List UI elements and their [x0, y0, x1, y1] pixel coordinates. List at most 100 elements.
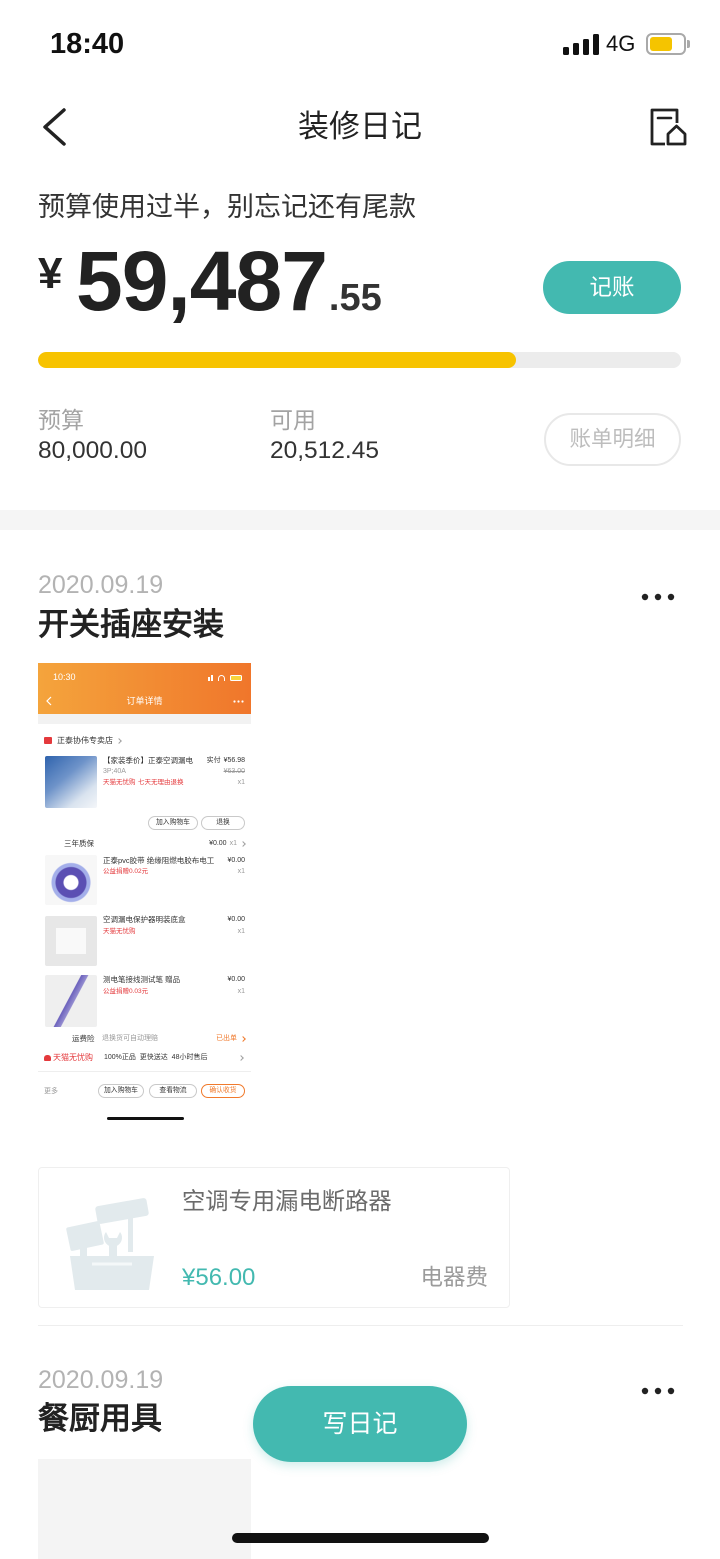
photo-gift-quantity: x1: [237, 988, 245, 995]
page-title: 装修日记: [298, 109, 422, 144]
photo-warranty-price: ¥0.00 x1: [209, 839, 246, 849]
product-image: [45, 855, 97, 905]
chevron-right-icon: [240, 1036, 246, 1042]
photo-band: [38, 714, 251, 724]
status-bar: 18:40 4G: [0, 0, 720, 88]
signal-bar: [563, 47, 569, 55]
budget-value: 80,000.00: [38, 437, 147, 464]
write-diary-button[interactable]: 写日记: [253, 1386, 467, 1462]
signal-bar: [208, 677, 210, 681]
product-image: [45, 975, 97, 1027]
budget-label: 预算: [38, 407, 84, 433]
photo-gift-title: 正泰pvc胶带 绝缘阻燃电胶布电工: [103, 856, 215, 865]
signal-bar: [593, 34, 599, 55]
more-horizontal-icon[interactable]: [641, 593, 675, 601]
photo-shop-row: 正泰协伟专卖店: [57, 736, 122, 746]
section-divider: [0, 510, 720, 530]
budget-progress-bar: [38, 352, 681, 368]
warranty-price: ¥0.00: [209, 840, 227, 847]
expense-card[interactable]: 空调专用漏电断路器 ¥56.00 电器费: [38, 1167, 510, 1308]
spent-amount-integer: 59,487: [76, 234, 328, 328]
network-type: 4G: [606, 31, 636, 56]
photo-gift-price: ¥0.00: [227, 857, 245, 864]
battery-icon: [646, 33, 690, 55]
photo-gift-note: 公益捐赠0.03元: [103, 988, 149, 995]
photo-item-tag: 七天无理由退换: [138, 779, 184, 786]
photo-gift-title: 空调漏电保护器明装底盒: [103, 915, 186, 924]
bill-detail-button[interactable]: 账单明细: [544, 413, 681, 466]
budget-tip: 预算使用过半，别忘记还有尾款: [38, 192, 416, 222]
photo-item-original-price: ¥63.00: [223, 768, 245, 775]
photo-return-button: 退换: [201, 816, 245, 830]
photo-gift-price: ¥0.00: [227, 976, 245, 983]
photo-order-header: 10:30 订单详情: [38, 663, 251, 714]
battery-icon: [230, 675, 242, 681]
product-image: [45, 756, 97, 808]
entry-divider: [38, 1325, 683, 1326]
expense-category: 电器费: [420, 1265, 488, 1290]
spent-amount: 59,487 .55: [76, 239, 382, 323]
photo-gift-price: ¥0.00: [227, 916, 245, 923]
expense-amount: ¥56.00: [182, 1264, 256, 1291]
photo-insurance-label: 运费险: [72, 1034, 95, 1043]
available-value: 20,512.45: [270, 437, 379, 464]
photo-add-cart-button: 加入购物车: [98, 1084, 144, 1098]
photo-add-cart-button: 加入购物车: [148, 816, 198, 830]
photo-separator: [38, 1071, 251, 1072]
signal-icon: [563, 34, 599, 55]
insurance-status: 已出单: [216, 1035, 237, 1042]
photo-page-title: 订单详情: [126, 696, 163, 706]
battery-level: [650, 37, 673, 51]
photo-gift-note: 天猫无忧购: [103, 928, 136, 935]
photo-gift-quantity: x1: [237, 868, 245, 875]
paid-label: 实付: [206, 757, 221, 764]
chevron-right-icon: [238, 1055, 244, 1061]
photo-warranty-label: 三年质保: [64, 839, 94, 848]
chevron-right-icon: [116, 738, 122, 744]
entry-title: 开关插座安装: [38, 607, 224, 642]
entry-date: 2020.09.19: [38, 1366, 164, 1394]
record-expense-button[interactable]: 记账: [543, 261, 681, 314]
photo-confirm-button: 确认收货: [201, 1084, 245, 1098]
photo-insurance-status: 已出单: [216, 1034, 246, 1044]
budget-progress-fill: [38, 352, 517, 368]
paid-price: ¥56.98: [223, 757, 245, 764]
photo-item-spec: 3P;40A: [103, 768, 126, 775]
available-label: 可用: [270, 407, 316, 433]
spent-amount-decimal: .55: [328, 277, 382, 319]
signal-bar: [573, 43, 579, 55]
wifi-icon: [218, 675, 225, 681]
warranty-quantity: x1: [229, 840, 237, 847]
toolbox-icon: [66, 1198, 154, 1290]
photo-more: 更多: [44, 1088, 58, 1095]
diary-photo[interactable]: [38, 1459, 251, 1559]
signal-bar: [211, 675, 213, 681]
signal-bar: [583, 39, 589, 55]
photo-item-paid: 实付 ¥56.98: [207, 756, 245, 766]
photo-guarantee-label: 天猫无忧购: [53, 1053, 93, 1062]
photo-item-quantity: x1: [237, 779, 245, 786]
photo-gift-quantity: x1: [237, 928, 245, 935]
more-horizontal-icon[interactable]: [641, 1387, 675, 1395]
expense-name: 空调专用漏电断路器: [182, 1188, 392, 1214]
photo-guarantee-description: 100%正品 更快送达 48小时售后: [104, 1054, 208, 1061]
photo-gift-note: 公益捐赠0.02元: [103, 868, 149, 875]
document-house-icon[interactable]: [649, 106, 687, 148]
photo-logistics-button: 查看物流: [149, 1084, 197, 1098]
entry-title: 餐厨用具: [38, 1401, 162, 1436]
photo-insurance-description: 退换货可自动理赔: [102, 1035, 158, 1042]
more-horizontal-icon: [233, 700, 244, 703]
photo-home-indicator: [107, 1117, 184, 1120]
status-time: 18:40: [50, 28, 125, 60]
photo-status-icons: [208, 674, 244, 681]
diary-photo[interactable]: 10:30 订单详情 正泰协伟专卖店 【家装季价】正泰空调漏电 实付 ¥56.9…: [38, 663, 251, 1125]
chevron-right-icon: [240, 841, 246, 847]
shop-icon: [44, 737, 52, 744]
photo-item-tag: 天猫无忧购: [103, 779, 136, 786]
photo-status-time: 10:30: [53, 672, 76, 682]
product-image: [45, 916, 97, 966]
home-indicator[interactable]: [232, 1533, 489, 1543]
photo-item-title: 【家装季价】正泰空调漏电: [103, 756, 193, 765]
currency-symbol: ¥: [38, 249, 63, 298]
entry-date: 2020.09.19: [38, 571, 164, 599]
